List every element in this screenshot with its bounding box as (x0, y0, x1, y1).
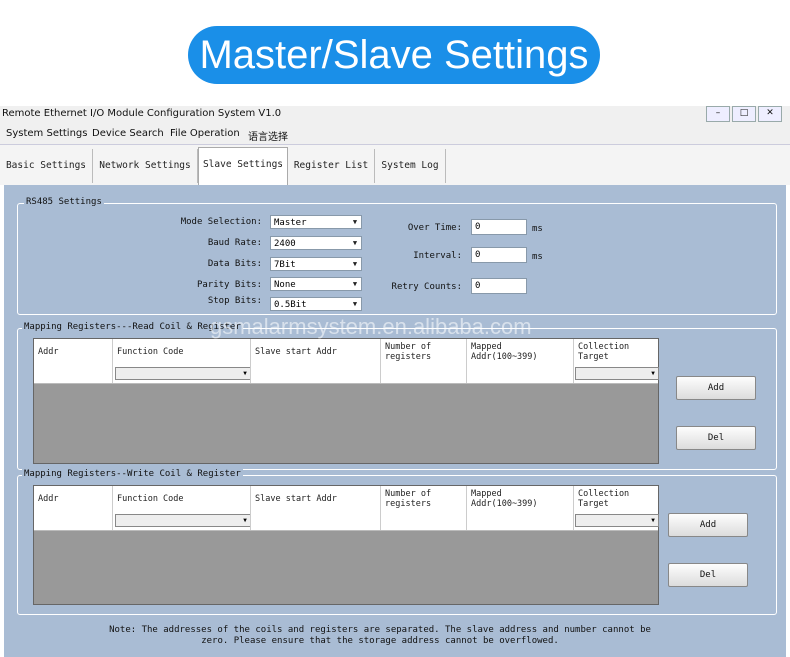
col-slave-start-addr: Slave start Addr (250, 339, 380, 365)
write-add-button[interactable]: Add (668, 513, 748, 537)
watermark: gsmalarmsystem.en.alibaba.com (210, 314, 532, 339)
stop-bits-value: 0.5Bit (274, 300, 307, 310)
mapped-addr-cell[interactable] (466, 365, 573, 383)
mode-label: Mode Selection: (180, 217, 262, 227)
menu-device-search[interactable]: Device Search (92, 128, 164, 139)
collection-target-cell[interactable]: ▼ (573, 365, 659, 383)
data-bits-select[interactable]: 7Bit ▼ (270, 257, 362, 271)
chevron-down-icon: ▼ (651, 517, 655, 524)
write-mapping-legend: Mapping Registers--Write Coil & Register (22, 469, 243, 479)
col-number-of-registers: Number of registers (380, 486, 466, 512)
mode-select[interactable]: Master ▼ (270, 215, 362, 229)
tab-register-list[interactable]: Register List (288, 149, 375, 183)
rs485-legend: RS485 Settings (24, 197, 104, 207)
window-title: Remote Ethernet I/O Module Configuration… (2, 108, 282, 119)
col-addr: Addr (38, 494, 59, 504)
function-code-cell[interactable]: ▼ (112, 512, 251, 530)
write-del-button[interactable]: Del (668, 563, 748, 587)
grid-header: Addr Function Code Slave start Addr Numb… (34, 339, 658, 366)
col-slave-start-addr: Slave start Addr (250, 486, 380, 512)
retry-input[interactable]: 0 (471, 278, 527, 294)
number-of-registers-cell[interactable] (380, 365, 466, 383)
tab-system-log[interactable]: System Log (375, 149, 446, 183)
col-mapped-addr: Mapped Addr(100~399) (466, 339, 573, 365)
chevron-down-icon: ▼ (352, 218, 358, 226)
data-bits-label: Data Bits: (207, 259, 262, 269)
banner-title: Master/Slave Settings (188, 26, 600, 84)
overtime-input[interactable]: 0 (471, 219, 527, 235)
slave-start-addr-cell[interactable] (250, 365, 380, 383)
col-function-code: Function Code (112, 339, 250, 365)
interval-label: Interval: (413, 251, 462, 261)
collection-target-combo[interactable]: ▼ (575, 514, 659, 527)
tab-basic-settings[interactable]: Basic Settings (0, 149, 93, 183)
menu-bar: System Settings Device Search File Opera… (0, 124, 790, 145)
overtime-label: Over Time: (407, 223, 462, 233)
chevron-down-icon: ▼ (243, 517, 247, 524)
col-addr: Addr (38, 347, 59, 357)
function-code-combo[interactable]: ▼ (115, 514, 251, 527)
note-text: Note: The addresses of the coils and reg… (109, 625, 651, 646)
tab-network-settings[interactable]: Network Settings (93, 149, 198, 183)
col-function-code: Function Code (112, 486, 250, 512)
read-mapping-grid[interactable]: Addr Function Code Slave start Addr Numb… (33, 338, 659, 464)
tab-slave-settings[interactable]: Slave Settings (198, 147, 288, 186)
slave-start-addr-cell[interactable] (250, 512, 380, 530)
mapped-addr-cell[interactable] (466, 512, 573, 530)
function-code-combo[interactable]: ▼ (115, 367, 251, 380)
baud-value: 2400 (274, 239, 296, 249)
maximize-icon[interactable]: □ (732, 106, 756, 122)
chevron-down-icon: ▼ (352, 280, 358, 288)
grid-header: Addr Function Code Slave start Addr Numb… (34, 486, 658, 513)
read-del-button[interactable]: Del (676, 426, 756, 450)
interval-unit: ms (532, 252, 543, 262)
stop-bits-label: Stop Bits: (207, 296, 262, 306)
parity-label: Parity Bits: (196, 280, 262, 290)
col-mapped-addr: Mapped Addr(100~399) (466, 486, 573, 512)
table-row[interactable]: ▼ ▼ (34, 365, 659, 384)
col-number-of-registers: Number of registers (380, 339, 466, 365)
parity-select[interactable]: None ▼ (270, 277, 362, 291)
baud-label: Baud Rate: (207, 238, 262, 248)
window-titlebar: Remote Ethernet I/O Module Configuration… (0, 106, 790, 124)
function-code-cell[interactable]: ▼ (112, 365, 251, 383)
mode-value: Master (274, 218, 307, 228)
baud-select[interactable]: 2400 ▼ (270, 236, 362, 250)
retry-label: Retry Counts: (391, 282, 462, 292)
stop-bits-select[interactable]: 0.5Bit ▼ (270, 297, 362, 311)
parity-value: None (274, 280, 296, 290)
table-row[interactable]: ▼ ▼ (34, 512, 659, 531)
interval-input[interactable]: 0 (471, 247, 527, 263)
minimize-icon[interactable]: – (706, 106, 730, 122)
overtime-unit: ms (532, 224, 543, 234)
data-bits-value: 7Bit (274, 260, 296, 270)
read-add-button[interactable]: Add (676, 376, 756, 400)
col-collection-target: Collection Target (573, 339, 659, 365)
chevron-down-icon: ▼ (352, 260, 358, 268)
slave-settings-panel: RS485 Settings Mode Selection: Master ▼ B… (4, 185, 786, 657)
collection-target-combo[interactable]: ▼ (575, 367, 659, 380)
chevron-down-icon: ▼ (352, 300, 358, 308)
col-collection-target: Collection Target (573, 486, 659, 512)
chevron-down-icon: ▼ (352, 239, 358, 247)
write-mapping-grid[interactable]: Addr Function Code Slave start Addr Numb… (33, 485, 659, 605)
chevron-down-icon: ▼ (243, 370, 247, 377)
menu-language[interactable]: 语言选择 (248, 128, 288, 143)
addr-cell[interactable] (34, 365, 112, 383)
number-of-registers-cell[interactable] (380, 512, 466, 530)
chevron-down-icon: ▼ (651, 370, 655, 377)
tab-strip: Basic Settings Network Settings Slave Se… (0, 145, 790, 186)
menu-system-settings[interactable]: System Settings (6, 128, 87, 139)
addr-cell[interactable] (34, 512, 112, 530)
menu-file-operation[interactable]: File Operation (170, 128, 240, 139)
collection-target-cell[interactable]: ▼ (573, 512, 659, 530)
close-icon[interactable]: ✕ (758, 106, 782, 122)
